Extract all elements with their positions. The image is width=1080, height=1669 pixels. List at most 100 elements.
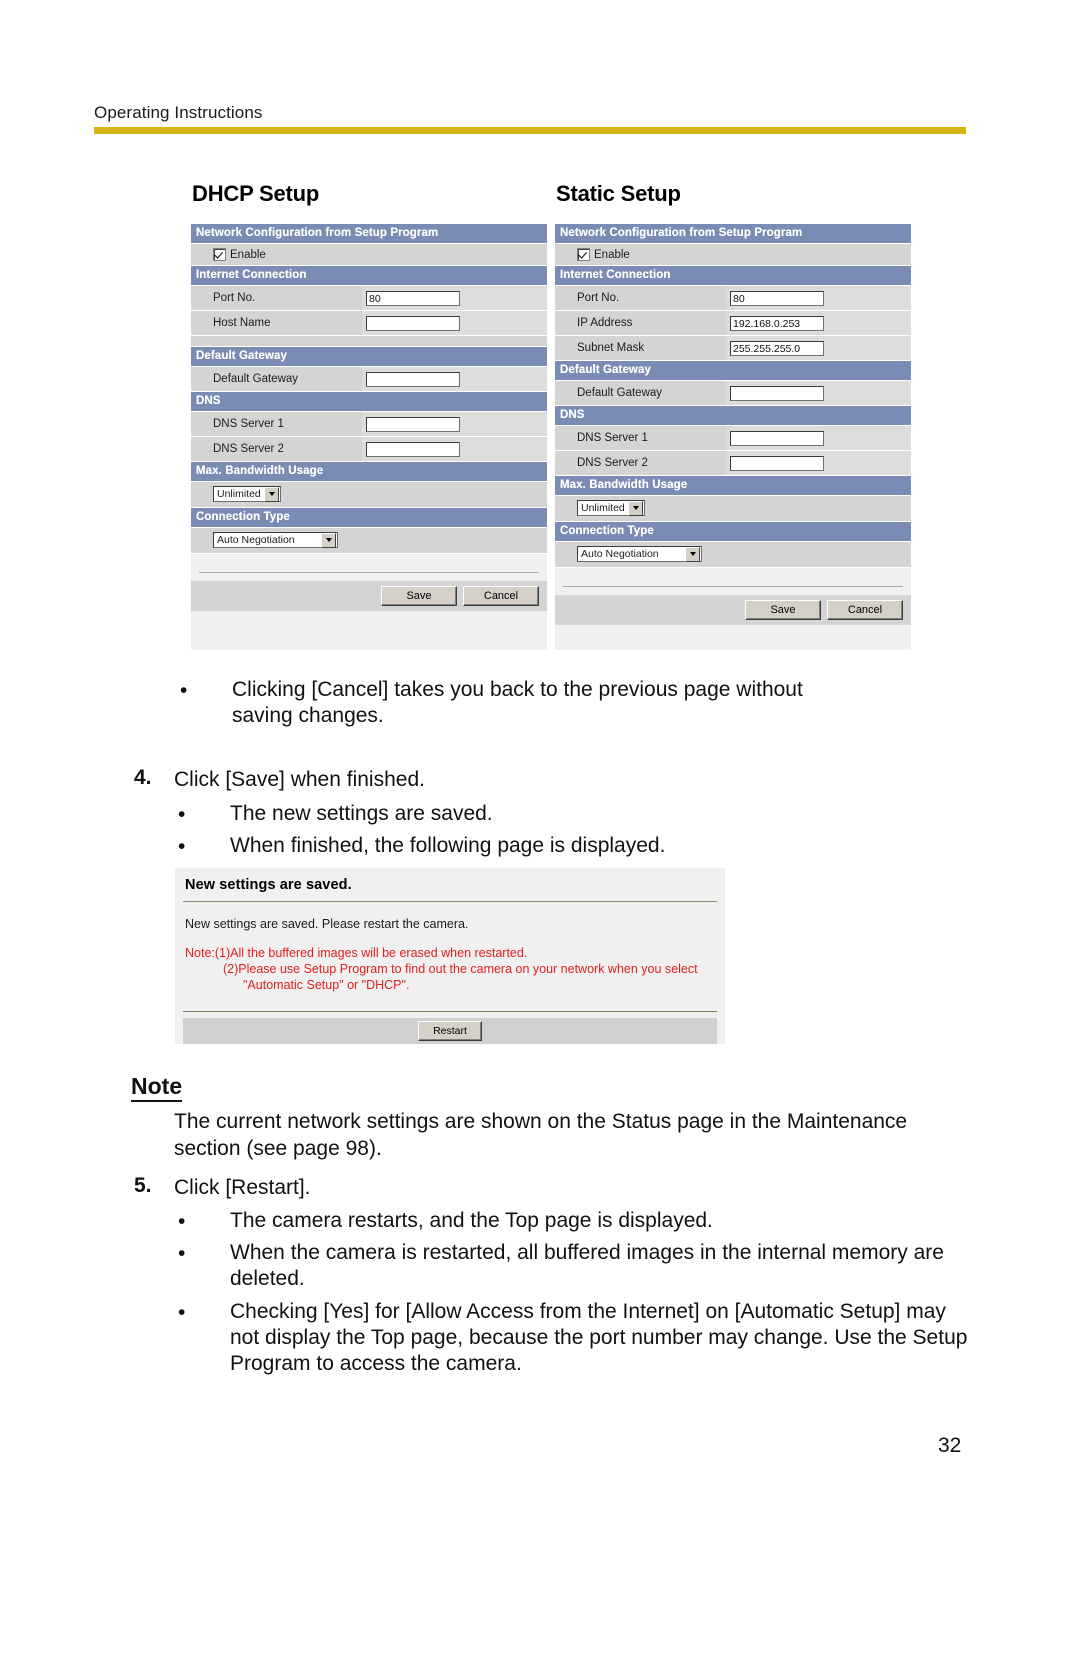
bandwidth-select[interactable]: Unlimited [577,500,645,516]
bullet-glyph: • [180,679,188,702]
row-port-no: Port No. 80 [191,286,547,311]
connection-type-select-value: Auto Negotiation [217,534,295,546]
step-5-text: Click [Restart]. [174,1176,311,1199]
default-gateway-field-cell [362,367,547,391]
saved-page-note: Note:(1)All the buffered images will be … [175,933,725,993]
port-no-input[interactable]: 80 [366,290,460,306]
enable-checkbox-row[interactable]: Enable [191,244,547,266]
port-no-field-cell: 80 [362,286,547,310]
step-4-bullet-1: • The new settings are saved. [178,801,878,827]
subnet-mask-label: Subnet Mask [555,336,726,360]
cancel-button[interactable]: Cancel [827,600,903,620]
step-5-bullet-1: • The camera restarts, and the Top page … [178,1208,968,1234]
step-5-number: 5. [134,1174,152,1197]
port-no-label: Port No. [555,286,726,310]
chevron-down-icon [685,546,700,562]
section-max-bandwidth-usage: Max. Bandwidth Usage [191,462,547,482]
static-setup-screenshot: Network Configuration from Setup Program… [555,224,911,650]
section-connection-type: Connection Type [191,508,547,528]
ip-address-input[interactable]: 192.168.0.253 [730,315,824,331]
dns-server-2-label: DNS Server 2 [191,437,362,461]
bandwidth-control-row: Unlimited [191,482,547,508]
ip-address-label: IP Address [555,311,726,335]
dns-server-1-label: DNS Server 1 [191,412,362,436]
section-internet-connection: Internet Connection [555,266,911,286]
bandwidth-control-row: Unlimited [555,496,911,522]
step-4-bullet-2: • When finished, the following page is d… [178,833,878,859]
section-network-configuration: Network Configuration from Setup Program [191,224,547,244]
bandwidth-select[interactable]: Unlimited [213,486,281,502]
saved-bottom-divider [183,1011,717,1012]
bullet-glyph: • [178,1301,186,1324]
saved-page-title: New settings are saved. [185,877,352,893]
section-connection-type: Connection Type [555,522,911,542]
section-dns: DNS [555,406,911,426]
bandwidth-select-value: Unlimited [217,488,261,500]
port-no-input[interactable]: 80 [730,290,824,306]
dns-server-2-input[interactable] [730,455,824,471]
step-5-bullet-3-text: Checking [Yes] for [Allow Access from th… [230,1300,968,1375]
bullet-cancel-note: • Clicking [Cancel] takes you back to th… [180,677,860,729]
dhcp-setup-screenshot: Network Configuration from Setup Program… [191,224,547,650]
section-default-gateway: Default Gateway [191,347,547,367]
dns-server-2-input[interactable] [366,441,460,457]
subnet-mask-input[interactable]: 255.255.255.0 [730,340,824,356]
enable-checkbox[interactable] [213,248,226,261]
host-name-input[interactable] [366,315,460,331]
connection-type-control-row: Auto Negotiation [191,528,547,554]
save-button[interactable]: Save [745,600,821,620]
connection-type-select-value: Auto Negotiation [581,548,659,560]
ip-address-field-cell: 192.168.0.253 [726,311,911,335]
bullet-glyph: • [178,1242,186,1265]
cancel-button[interactable]: Cancel [463,586,539,606]
row-default-gateway: Default Gateway [191,367,547,392]
document-page: Operating Instructions DHCP Setup Static… [0,0,1080,1669]
dns-server-1-input[interactable] [730,430,824,446]
enable-label: Enable [594,248,630,261]
chevron-down-icon [321,532,336,548]
host-name-field-cell [362,311,547,335]
note-text: The current network settings are shown o… [174,1110,908,1160]
default-gateway-label: Default Gateway [191,367,362,391]
chevron-down-icon [628,500,643,516]
bullet-glyph: • [178,803,186,826]
enable-checkbox[interactable] [577,248,590,261]
port-no-field-cell: 80 [726,286,911,310]
row-host-name: Host Name [191,311,547,336]
row-subnet-mask: Subnet Mask 255.255.255.0 [555,336,911,361]
step-4-text: Click [Save] when finished. [174,768,425,791]
section-network-configuration: Network Configuration from Setup Program [555,224,911,244]
saved-page-body-text: New settings are saved. Please restart t… [185,917,469,931]
enable-checkbox-row[interactable]: Enable [555,244,911,266]
dns-server-1-field-cell [726,426,911,450]
step-5-bullet-2-text: When the camera is restarted, all buffer… [230,1241,944,1290]
row-dns-server-1: DNS Server 1 [191,412,547,437]
form-button-bar: Save Cancel [555,595,911,625]
form-divider [563,586,903,587]
save-button[interactable]: Save [381,586,457,606]
enable-label: Enable [230,248,266,261]
dns-server-1-label: DNS Server 1 [555,426,726,450]
subnet-mask-field-cell: 255.255.255.0 [726,336,911,360]
port-no-label: Port No. [191,286,362,310]
connection-type-control-row: Auto Negotiation [555,542,911,568]
dns-server-2-label: DNS Server 2 [555,451,726,475]
step-5-bullet-3: • Checking [Yes] for [Allow Access from … [178,1299,968,1377]
connection-type-select[interactable]: Auto Negotiation [213,532,338,548]
step-4-bullet-2-text: When finished, the following page is dis… [230,834,666,857]
row-port-no: Port No. 80 [555,286,911,311]
default-gateway-field-cell [726,381,911,405]
default-gateway-input[interactable] [730,385,824,401]
dns-server-1-input[interactable] [366,416,460,432]
row-dns-server-2: DNS Server 2 [191,437,547,462]
host-name-label: Host Name [191,311,362,335]
header-rule [94,127,966,134]
bandwidth-select-value: Unlimited [581,502,625,514]
restart-button[interactable]: Restart [418,1021,482,1041]
default-gateway-input[interactable] [366,371,460,387]
static-setup-heading: Static Setup [556,181,681,206]
dns-server-1-field-cell [362,412,547,436]
connection-type-select[interactable]: Auto Negotiation [577,546,702,562]
chevron-down-icon [264,486,279,502]
step-4-bullet-1-text: The new settings are saved. [230,802,493,825]
